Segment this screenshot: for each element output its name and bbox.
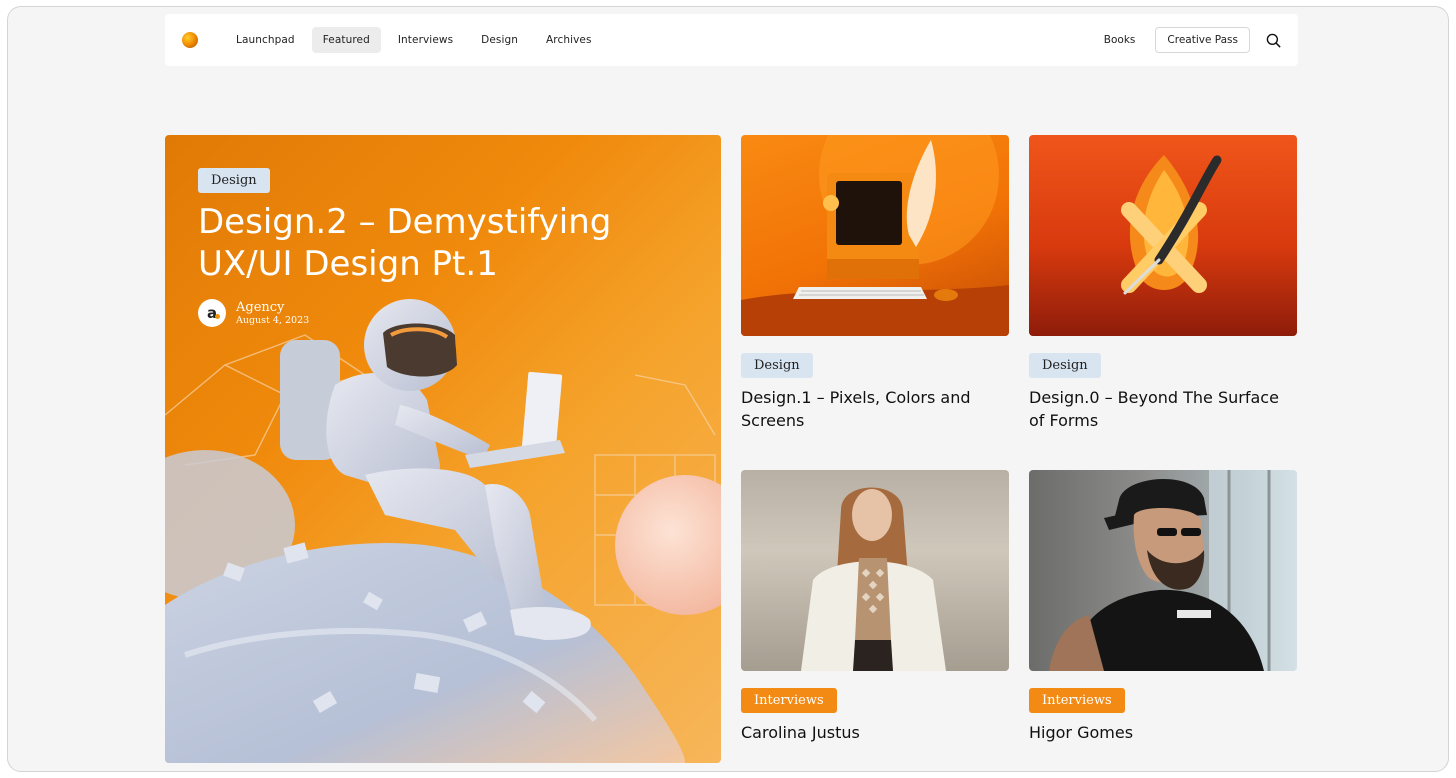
category-tag[interactable]: Design [741,353,813,378]
portrait-image-man[interactable] [1029,470,1297,671]
category-tag[interactable]: Design [198,168,270,193]
category-tag[interactable]: Interviews [1029,688,1125,713]
top-nav: Launchpad Featured Interviews Design Arc… [165,14,1298,66]
article-card[interactable]: Design Design.1 – Pixels, Colors and Scr… [741,135,1009,432]
article-card[interactable]: Interviews Carolina Justus [741,470,1009,744]
hero-title[interactable]: Design.2 – Demystifying UX/UI Design Pt.… [198,201,618,285]
author-info: Agency August 4, 2023 [236,300,309,327]
nav-link-interviews[interactable]: Interviews [387,27,464,53]
books-link[interactable]: Books [1098,27,1142,53]
article-title[interactable]: Carolina Justus [741,721,1009,744]
article-title[interactable]: Higor Gomes [1029,721,1297,744]
article-card[interactable]: Design Design.0 – Beyond The Surface of … [1029,135,1297,432]
article-card[interactable]: Interviews Higor Gomes [1029,470,1297,744]
nav-link-featured[interactable]: Featured [311,27,381,53]
nav-links: Launchpad Featured Interviews Design Arc… [225,27,603,53]
nav-link-design[interactable]: Design [470,27,529,53]
logo-icon[interactable] [182,32,198,48]
author-meta: a Agency August 4, 2023 [198,299,618,327]
feather-x-image[interactable] [1029,135,1297,336]
avatar[interactable]: a [198,299,226,327]
category-tag[interactable]: Interviews [741,688,837,713]
retro-computer-image[interactable] [741,135,1009,336]
post-date: August 4, 2023 [236,314,310,326]
article-title[interactable]: Design.1 – Pixels, Colors and Screens [741,386,1009,432]
nav-link-launchpad[interactable]: Launchpad [225,27,306,53]
author-name[interactable]: Agency [236,300,309,315]
featured-hero-card[interactable]: Design Design.2 – Demystifying UX/UI Des… [165,135,721,763]
search-icon[interactable] [1264,31,1282,49]
portrait-image-woman[interactable] [741,470,1009,671]
page-frame: Launchpad Featured Interviews Design Arc… [7,6,1449,772]
nav-link-archives[interactable]: Archives [535,27,603,53]
nav-right: Books Creative Pass [1098,27,1282,53]
creative-pass-button[interactable]: Creative Pass [1155,27,1250,53]
article-title[interactable]: Design.0 – Beyond The Surface of Forms [1029,386,1297,432]
hero-content: Design Design.2 – Demystifying UX/UI Des… [198,168,618,327]
category-tag[interactable]: Design [1029,353,1101,378]
